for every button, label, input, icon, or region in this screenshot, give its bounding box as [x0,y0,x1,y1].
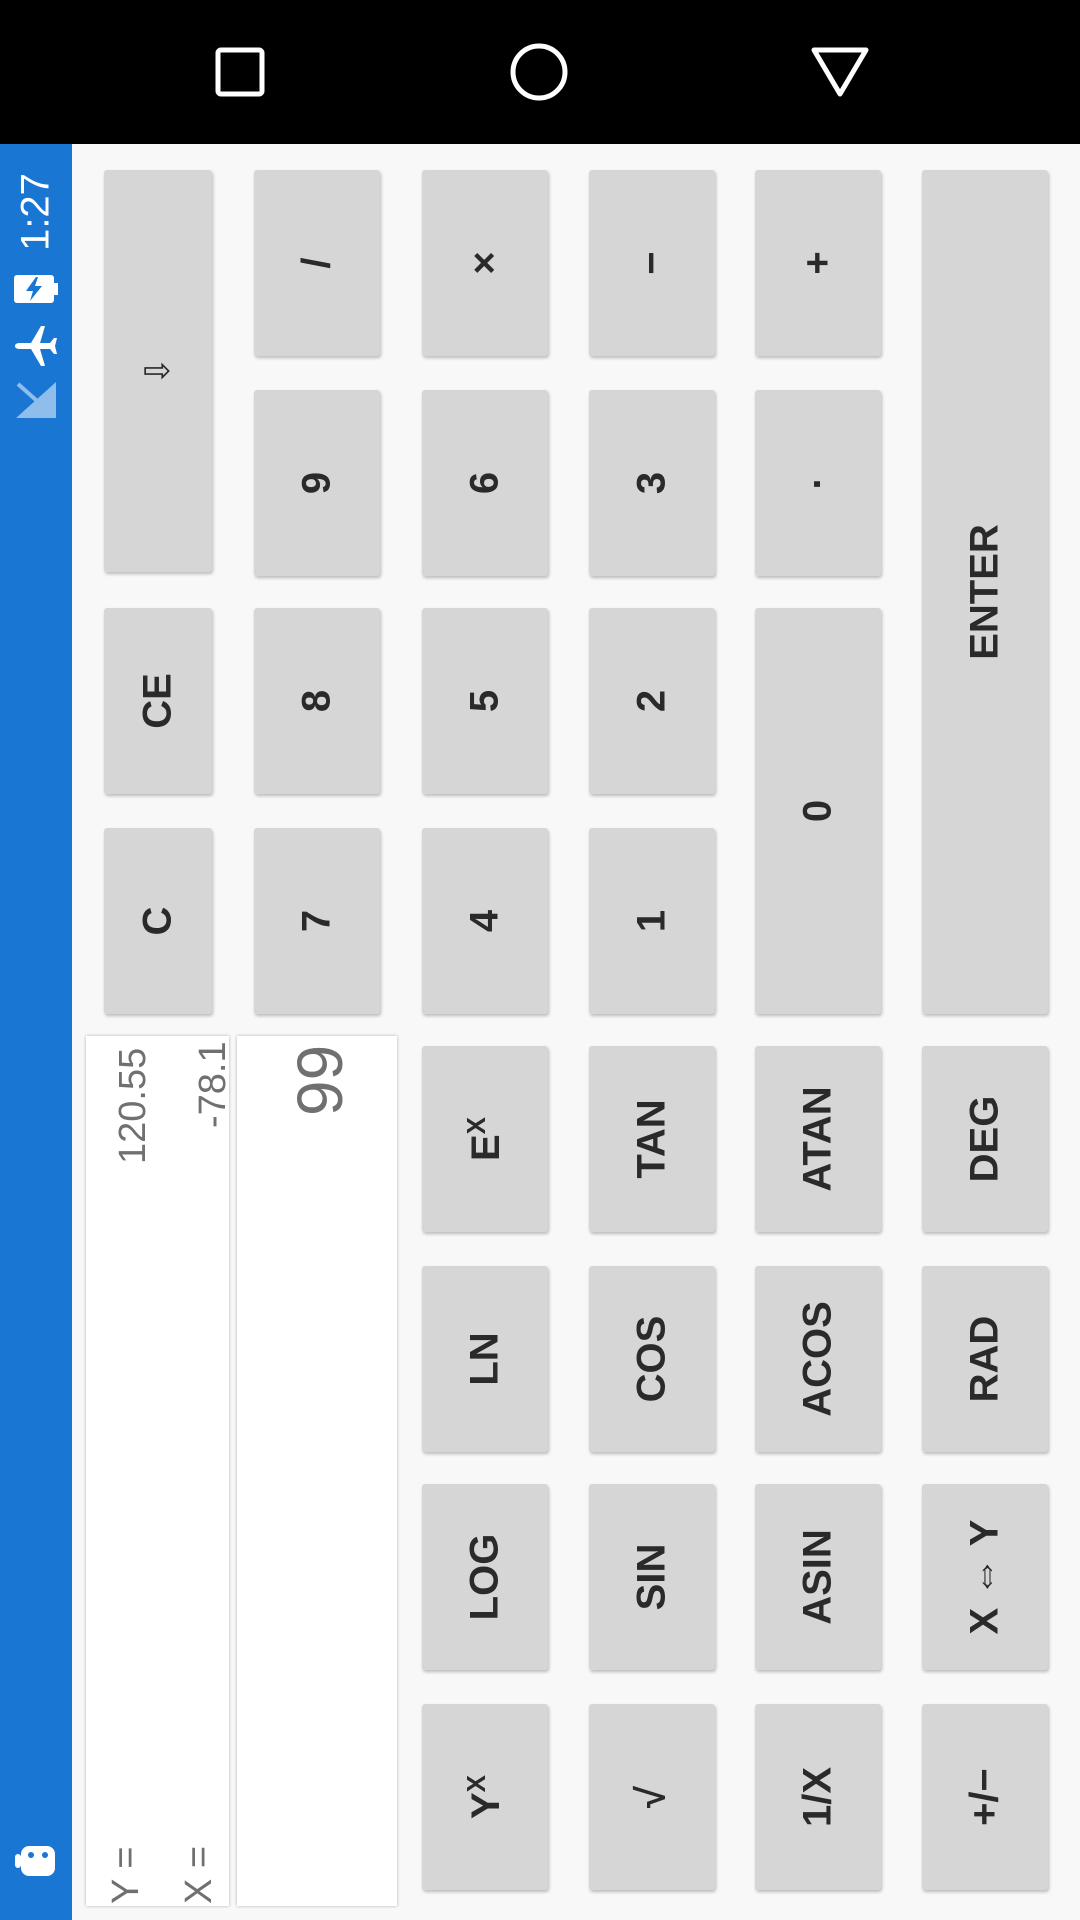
exp-key-base: E [464,1134,509,1162]
digit-3-key[interactable]: 3 [589,390,715,576]
status-clock: 1:27 [13,173,58,251]
negate-key[interactable]: +/− [922,1704,1048,1890]
status-bar: 1:27 [0,144,72,1920]
power-key-superscript: X [460,1774,491,1793]
status-icons: 1:27 [0,144,72,444]
power-key-base: Y [464,1792,509,1820]
exp-key[interactable]: EX [422,1046,548,1232]
square-root-key[interactable]: √ [589,1704,715,1890]
acos-key[interactable]: ACOS [755,1266,881,1452]
cos-key[interactable]: COS [589,1266,715,1452]
exp-key-superscript: X [460,1116,491,1135]
decimal-point-key[interactable]: · [755,390,881,576]
backspace-key[interactable]: ⇩ [104,170,212,572]
atan-key[interactable]: ATAN [755,1046,881,1232]
triangle-back-icon [811,47,869,97]
circle-icon [510,43,568,101]
digit-9-key[interactable]: 9 [254,390,380,576]
digit-1-key[interactable]: 1 [589,828,715,1014]
no-signal-icon [16,382,56,418]
back-button[interactable] [808,40,872,104]
recent-apps-button[interactable] [208,40,272,104]
digit-5-key[interactable]: 5 [422,608,548,794]
android-debug-icon [15,1846,55,1876]
home-button[interactable] [507,40,571,104]
enter-key[interactable]: ENTER [922,170,1048,1014]
navigation-bar [0,0,1080,144]
input-value: 99 [284,1044,356,1116]
y-register-value: 120.55 [112,1047,154,1164]
battery-charging-icon [14,275,58,303]
square-icon [215,47,265,97]
x-register-value: -78.1 [192,1041,234,1128]
digit-2-key[interactable]: 2 [589,608,715,794]
stack-display: Y = X = 120.55 -78.1 [86,1036,234,1906]
clear-entry-key[interactable]: CE [104,608,212,794]
tan-key[interactable]: TAN [589,1046,715,1232]
minus-key[interactable]: − [589,170,715,356]
degrees-key[interactable]: DEG [922,1046,1048,1232]
power-key[interactable]: YX [422,1704,548,1890]
plus-key[interactable]: + [755,170,881,356]
sin-key[interactable]: SIN [589,1484,715,1670]
swap-xy-key[interactable]: X ⇔ Y [922,1484,1048,1670]
divide-key[interactable]: / [254,170,380,356]
input-display[interactable]: 99 [237,1036,397,1906]
digit-8-key[interactable]: 8 [254,608,380,794]
y-register-label: Y = [105,1846,147,1904]
log-key[interactable]: LOG [422,1484,548,1670]
calculator: Y = X = 120.55 -78.1 99 ⇩ CE C / 9 8 7 ×… [72,144,1080,1920]
digit-0-key[interactable]: 0 [755,608,881,1014]
asin-key[interactable]: ASIN [755,1484,881,1670]
multiply-key[interactable]: × [422,170,548,356]
ln-key[interactable]: LN [422,1266,548,1452]
radians-key[interactable]: RAD [922,1266,1048,1452]
digit-6-key[interactable]: 6 [422,390,548,576]
digit-4-key[interactable]: 4 [422,828,548,1014]
x-register-label: X = [178,1845,220,1904]
reciprocal-key[interactable]: 1/X [755,1704,881,1890]
clear-key[interactable]: C [104,828,212,1014]
digit-7-key[interactable]: 7 [254,828,380,1014]
airplane-mode-icon [15,326,57,366]
